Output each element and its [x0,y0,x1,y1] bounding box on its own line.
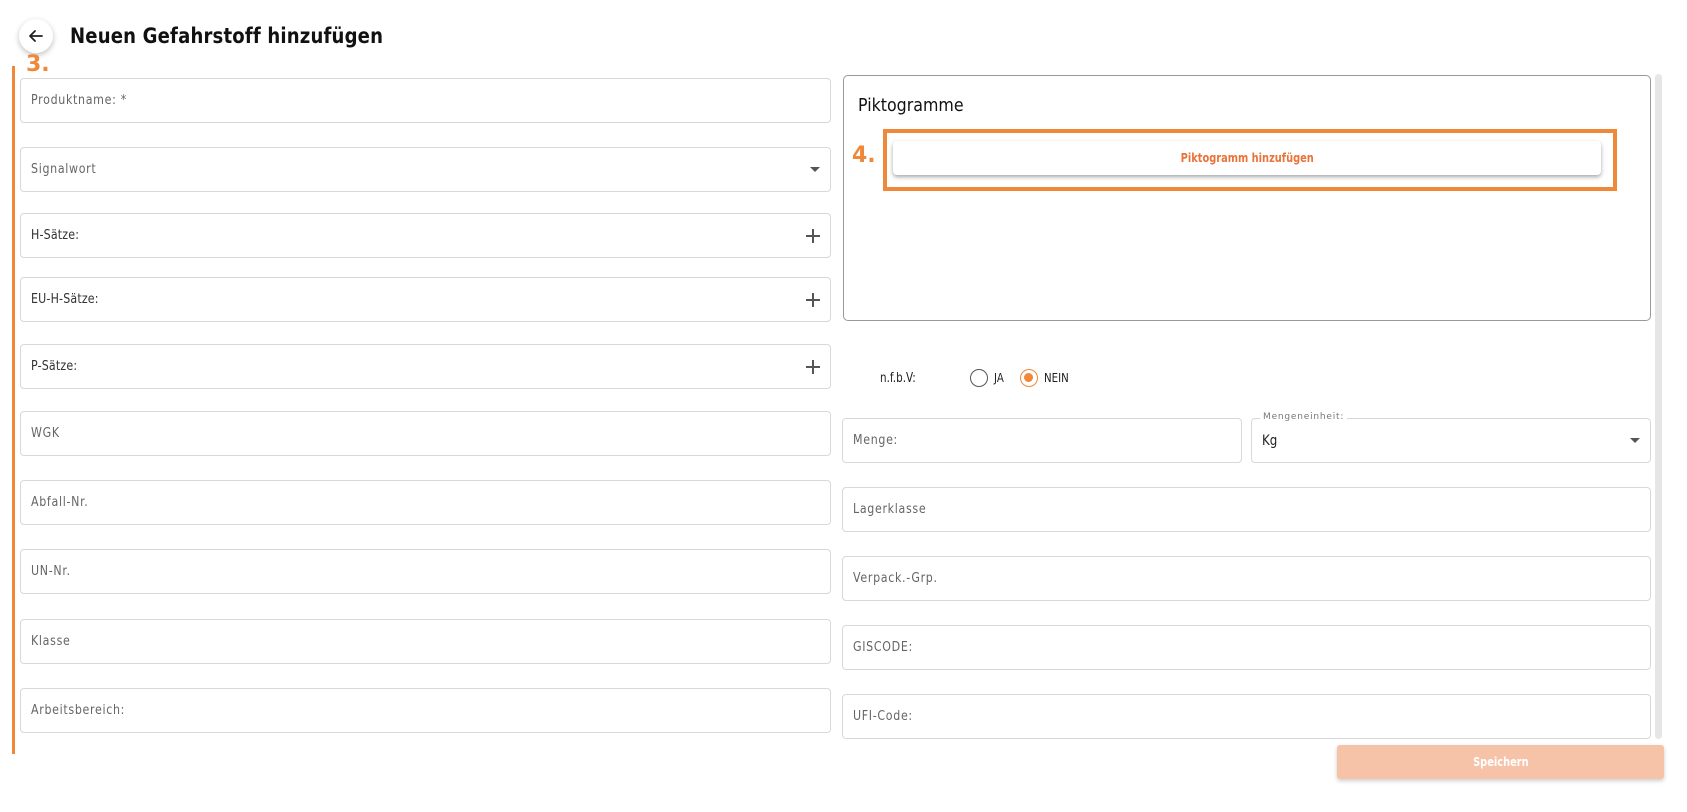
scrollbar[interactable] [1655,74,1662,739]
add-pictogram-label: Piktogramm hinzufügen [1180,151,1314,165]
lagerklasse-label: Lagerklasse [853,502,927,517]
ufi-code-label: UFI-Code: [853,709,913,724]
radio-ja-label: JA [994,371,1004,385]
add-h-saetze-icon[interactable] [806,228,820,243]
arrow-left-icon [29,30,43,42]
mengeneinheit-value: Kg [1262,432,1278,449]
step-marker-4: 4. [852,143,876,168]
ufi-code-field[interactable]: UFI-Code: [842,694,1651,739]
arbeitsbereich-label: Arbeitsbereich: [31,703,126,718]
add-pictogram-button[interactable]: Piktogramm hinzufügen [893,141,1601,175]
arbeitsbereich-field[interactable]: Arbeitsbereich: [20,688,831,733]
giscode-field[interactable]: GISCODE: [842,625,1651,670]
radio-ja[interactable] [970,369,988,387]
lagerklasse-field[interactable]: Lagerklasse [842,487,1651,532]
save-button[interactable]: Speichern [1337,745,1664,779]
verpack-grp-field[interactable]: Verpack.-Grp. [842,556,1651,601]
back-button[interactable] [19,19,53,53]
wgk-label: WGK [31,426,60,441]
radio-nein-label: NEIN [1043,371,1069,385]
signalwort-select[interactable]: Signalwort [20,147,831,192]
chevron-down-icon [810,167,820,172]
wgk-field[interactable]: WGK [20,411,831,456]
mengeneinheit-select[interactable]: Mengeneinheit: Kg [1251,412,1651,463]
abfall-nr-label: Abfall-Nr. [31,495,89,510]
p-saetze-label: P-Sätze: [31,359,78,374]
step-marker-3: 3. [26,52,50,77]
add-eu-h-saetze-icon[interactable] [806,292,820,307]
un-nr-label: UN-Nr. [31,564,71,579]
chevron-down-icon [1630,438,1640,443]
verpack-grp-label: Verpack.-Grp. [853,571,938,586]
h-saetze-field[interactable]: H-Sätze: [20,213,831,258]
klasse-field[interactable]: Klasse [20,619,831,664]
un-nr-field[interactable]: UN-Nr. [20,549,831,594]
piktogramme-title: Piktogramme [858,95,964,116]
giscode-label: GISCODE: [853,640,913,655]
eu-h-saetze-label: EU-H-Sätze: [31,292,99,307]
add-p-saetze-icon[interactable] [806,359,820,374]
signalwort-label: Signalwort [31,162,97,177]
menge-label: Menge: [853,433,898,448]
p-saetze-field[interactable]: P-Sätze: [20,344,831,389]
nfbv-radio-group: n.f.b.V: JA NEIN [880,366,1087,390]
h-saetze-label: H-Sätze: [31,228,80,243]
menge-field[interactable]: Menge: [842,418,1242,463]
piktogramme-panel: Piktogramme [843,75,1651,321]
produktname-label: Produktname: * [31,93,127,108]
radio-nein[interactable] [1019,369,1038,387]
eu-h-saetze-field[interactable]: EU-H-Sätze: [20,277,831,322]
step-3-highlight-bar [12,66,15,754]
page-title: Neuen Gefahrstoff hinzufügen [70,24,384,48]
produktname-field[interactable]: Produktname: * [20,78,831,123]
klasse-label: Klasse [31,634,71,649]
nfbv-label: n.f.b.V: [880,370,916,386]
mengeneinheit-label: Mengeneinheit: [1260,412,1348,422]
save-button-label: Speichern [1472,755,1529,769]
abfall-nr-field[interactable]: Abfall-Nr. [20,480,831,525]
